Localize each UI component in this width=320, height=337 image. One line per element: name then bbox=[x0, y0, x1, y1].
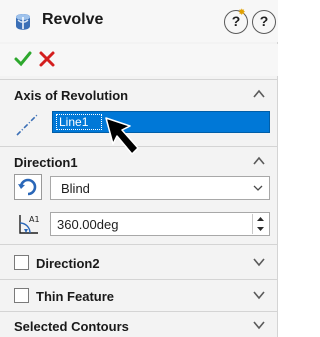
chevron-down-icon[interactable] bbox=[252, 319, 266, 331]
whats-new-star-icon: ✸ bbox=[238, 7, 246, 17]
selected-contours-header[interactable]: Selected Contours bbox=[0, 313, 278, 337]
spin-down-icon[interactable] bbox=[253, 224, 268, 234]
direction2-checkbox[interactable] bbox=[14, 255, 29, 270]
panel-header: Revolve ? ✸ ? bbox=[0, 0, 278, 42]
chevron-down-icon[interactable] bbox=[252, 289, 266, 301]
chevron-down-icon bbox=[253, 185, 263, 191]
angle-input[interactable]: 360.00deg bbox=[50, 212, 270, 236]
panel-title: Revolve bbox=[42, 11, 104, 28]
axis-of-revolution-header[interactable]: Axis of Revolution bbox=[0, 82, 278, 108]
angle-spinner bbox=[252, 214, 268, 234]
group-title: Selected Contours bbox=[14, 319, 129, 334]
property-manager-panel: Revolve ? ✸ ? Axis of Revolution Line1 D… bbox=[0, 0, 278, 337]
divider bbox=[0, 244, 278, 245]
chevron-up-icon[interactable] bbox=[252, 88, 266, 100]
cancel-close-icon[interactable] bbox=[37, 49, 57, 69]
divider bbox=[0, 79, 278, 80]
group-title: Direction2 bbox=[36, 256, 100, 271]
spin-up-icon[interactable] bbox=[253, 214, 268, 224]
divider bbox=[0, 279, 278, 280]
divider bbox=[0, 311, 278, 312]
angle-value: 360.00deg bbox=[57, 217, 119, 232]
angle-icon: A1 bbox=[19, 215, 40, 234]
ok-checkmark-icon[interactable] bbox=[13, 49, 33, 69]
revolve-feature-icon bbox=[16, 14, 30, 30]
chevron-down-icon[interactable] bbox=[252, 256, 266, 268]
group-title: Direction1 bbox=[14, 155, 78, 170]
end-condition-dropdown[interactable]: Blind bbox=[50, 176, 270, 200]
reverse-direction-button[interactable] bbox=[14, 174, 42, 200]
axis-selection-field[interactable]: Line1 bbox=[52, 111, 270, 133]
group-title: Thin Feature bbox=[36, 289, 115, 304]
thin-feature-checkbox[interactable] bbox=[14, 288, 29, 303]
chevron-up-icon[interactable] bbox=[252, 155, 266, 167]
mouse-pointer-icon bbox=[105, 117, 139, 155]
group-title: Axis of Revolution bbox=[14, 88, 129, 103]
end-condition-value: Blind bbox=[61, 181, 90, 196]
help-button-secondary[interactable]: ? bbox=[252, 10, 276, 34]
action-row bbox=[0, 44, 278, 76]
svg-text:A1: A1 bbox=[29, 215, 40, 224]
direction2-header[interactable]: Direction2 bbox=[0, 250, 278, 276]
axis-selection-value: Line1 bbox=[59, 115, 89, 129]
reverse-direction-icon bbox=[18, 178, 37, 196]
axis-line-icon bbox=[16, 114, 38, 136]
thin-feature-header[interactable]: Thin Feature bbox=[0, 283, 278, 309]
